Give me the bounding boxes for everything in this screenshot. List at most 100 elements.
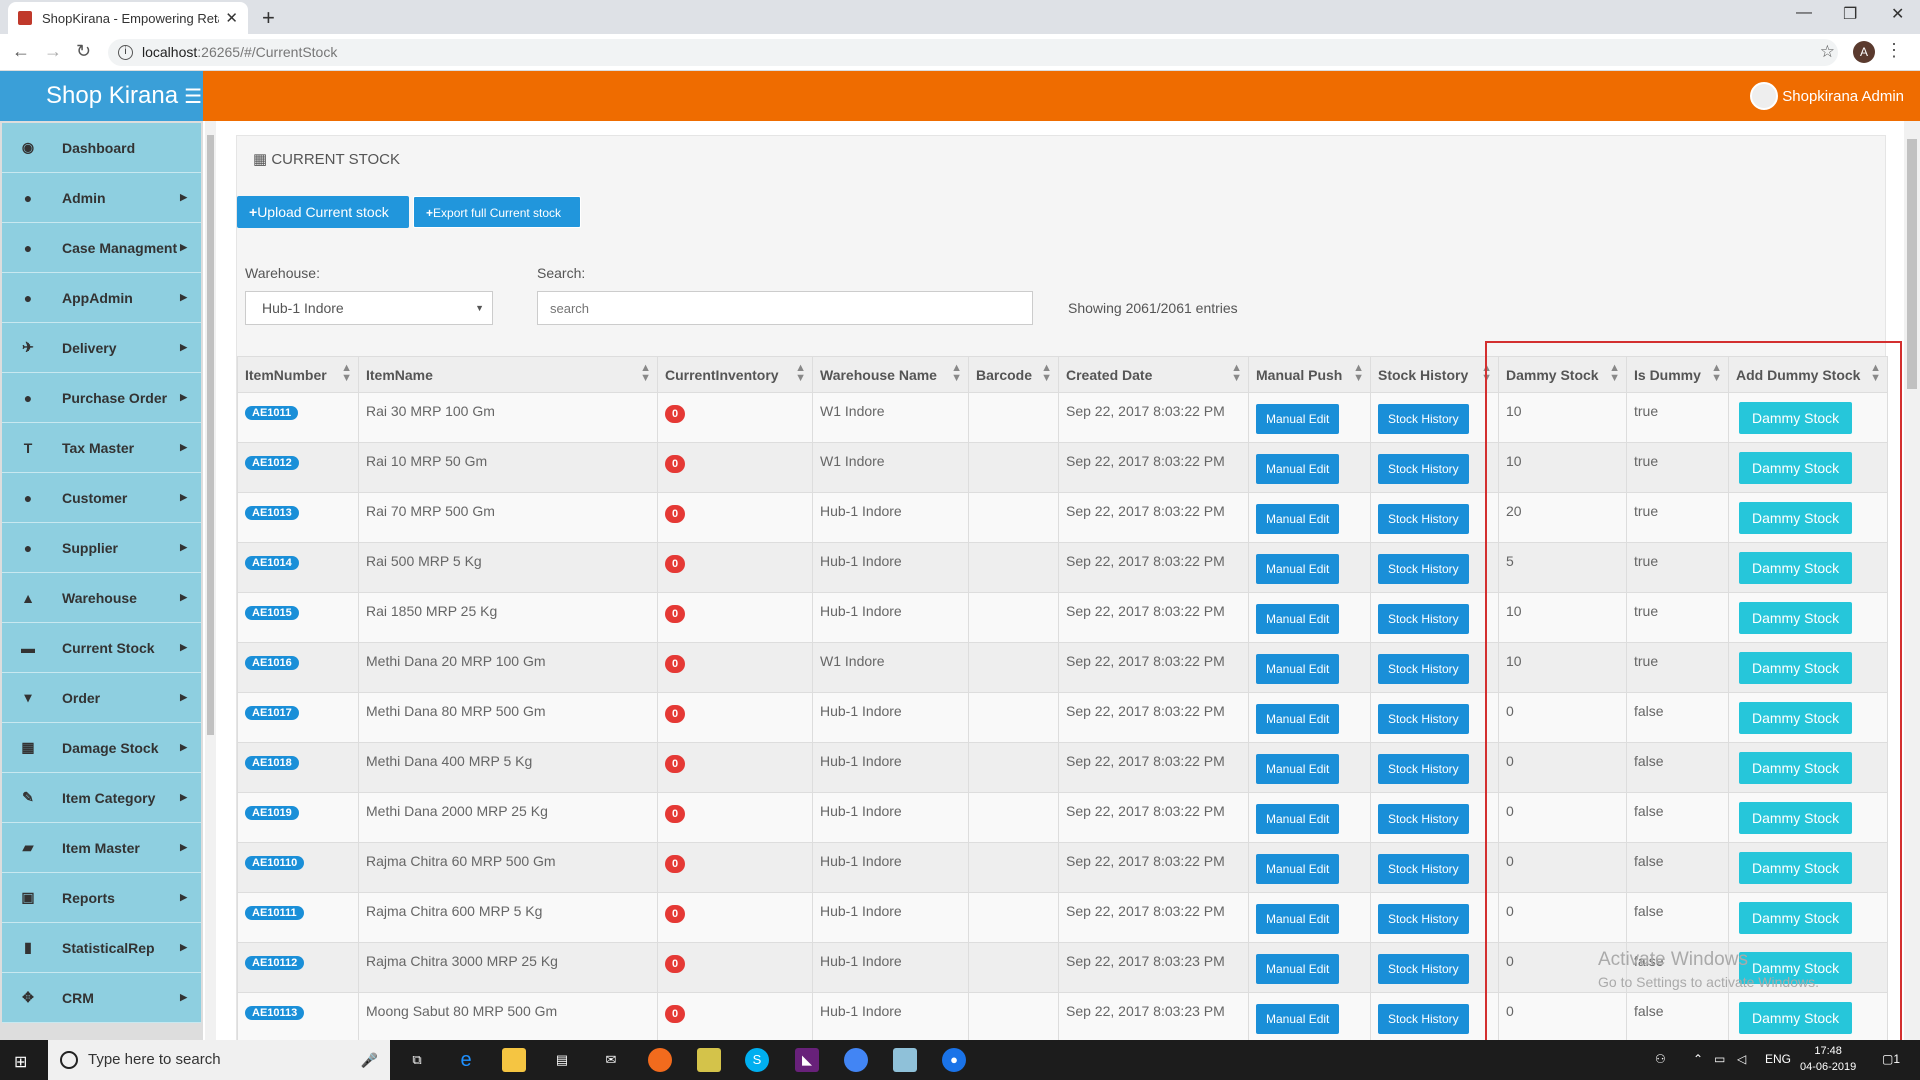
taskbar-clock[interactable]: 17:48 04-06-2019 (1800, 1043, 1856, 1075)
upload-current-stock-button[interactable]: +Upload Current stock (237, 196, 409, 228)
dammy-stock-button[interactable]: Dammy Stock (1739, 702, 1853, 734)
dammy-stock-button[interactable]: Dammy Stock (1739, 552, 1853, 584)
skype-icon[interactable]: S (745, 1048, 769, 1072)
dammy-stock-button[interactable]: Dammy Stock (1739, 902, 1853, 934)
microphone-icon[interactable]: 🎤 (361, 1040, 378, 1080)
sidebar-item-customer[interactable]: ● Customer ▶ (2, 473, 201, 523)
file-explorer-icon[interactable] (502, 1048, 526, 1072)
postman-icon[interactable] (648, 1048, 672, 1072)
notepad-icon[interactable] (893, 1048, 917, 1072)
stock-history-button[interactable]: Stock History (1378, 854, 1469, 884)
manual-edit-button[interactable]: Manual Edit (1256, 854, 1340, 884)
stock-history-button[interactable]: Stock History (1378, 454, 1469, 484)
browser-tab[interactable]: ShopKirana - Empowering Retail ✕ (8, 2, 248, 34)
sidebar-scrollbar[interactable] (205, 121, 216, 1041)
stock-history-button[interactable]: Stock History (1378, 804, 1469, 834)
column-header[interactable]: ItemNumber ▲ ▼ (237, 356, 359, 393)
new-tab-icon[interactable]: + (262, 5, 275, 31)
profile-avatar[interactable]: A (1853, 41, 1875, 63)
reload-icon[interactable]: ↻ (76, 41, 91, 62)
sidebar-item-appadmin[interactable]: ● AppAdmin ▶ (2, 273, 201, 323)
hamburger-menu-icon[interactable]: ☰ (184, 86, 202, 108)
sidebar-item-tax-master[interactable]: T Tax Master ▶ (2, 423, 201, 473)
brand-logo[interactable]: Shop Kirana ☰ (0, 71, 203, 121)
dammy-stock-button[interactable]: Dammy Stock (1739, 852, 1853, 884)
mail-icon[interactable]: ✉ (599, 1048, 623, 1072)
manual-edit-button[interactable]: Manual Edit (1256, 604, 1340, 634)
manual-edit-button[interactable]: Manual Edit (1256, 454, 1340, 484)
column-header[interactable]: Stock History ▲ ▼ (1370, 356, 1499, 393)
sort-icon[interactable]: ▲ ▼ (795, 363, 806, 384)
dammy-stock-button[interactable]: Dammy Stock (1739, 402, 1853, 434)
sort-icon[interactable]: ▲ ▼ (951, 363, 962, 384)
column-header[interactable]: CurrentInventory ▲ ▼ (657, 356, 813, 393)
manual-edit-button[interactable]: Manual Edit (1256, 704, 1340, 734)
chrome-icon[interactable] (844, 1048, 868, 1072)
sidebar-item-supplier[interactable]: ● Supplier ▶ (2, 523, 201, 573)
column-header[interactable]: Dammy Stock ▲ ▼ (1498, 356, 1627, 393)
sort-icon[interactable]: ▲ ▼ (1870, 363, 1881, 384)
close-window-icon[interactable]: ✕ (1891, 4, 1904, 24)
close-tab-icon[interactable]: ✕ (225, 9, 238, 27)
manual-edit-button[interactable]: Manual Edit (1256, 504, 1340, 534)
maps-icon[interactable]: ● (942, 1048, 966, 1072)
column-header[interactable]: Warehouse Name ▲ ▼ (812, 356, 969, 393)
manual-edit-button[interactable]: Manual Edit (1256, 954, 1340, 984)
taskbar-search[interactable]: Type here to search 🎤 (48, 1040, 390, 1080)
column-header[interactable]: Barcode ▲ ▼ (968, 356, 1059, 393)
stock-history-button[interactable]: Stock History (1378, 704, 1469, 734)
chevron-up-icon[interactable]: ⌃ (1693, 1052, 1703, 1066)
search-input[interactable] (537, 291, 1033, 325)
column-header[interactable]: Add Dummy Stock ▲ ▼ (1728, 356, 1888, 393)
sidebar-item-crm[interactable]: ✥ CRM ▶ (2, 973, 201, 1023)
sidebar-item-case-managment[interactable]: ● Case Managment ▶ (2, 223, 201, 273)
sidebar-item-order[interactable]: ▾ Order ▶ (2, 673, 201, 723)
back-icon[interactable]: ← (12, 41, 30, 62)
manual-edit-button[interactable]: Manual Edit (1256, 654, 1340, 684)
dammy-stock-button[interactable]: Dammy Stock (1739, 752, 1853, 784)
sidebar-item-admin[interactable]: ● Admin ▶ (2, 173, 201, 223)
user-menu[interactable]: Shopkirana Admin (1750, 82, 1904, 110)
stock-history-button[interactable]: Stock History (1378, 554, 1469, 584)
sort-icon[interactable]: ▲ ▼ (1231, 363, 1242, 384)
sort-icon[interactable]: ▲ ▼ (640, 363, 651, 384)
sidebar-item-delivery[interactable]: ✈ Delivery ▶ (2, 323, 201, 373)
sort-icon[interactable]: ▲ ▼ (1353, 363, 1364, 384)
url-field[interactable]: i localhost:26265/#/CurrentStock (108, 39, 1838, 66)
column-header[interactable]: Manual Push ▲ ▼ (1248, 356, 1371, 393)
windows-start-icon[interactable]: ⊞ (14, 1052, 27, 1072)
stock-history-button[interactable]: Stock History (1378, 604, 1469, 634)
manual-edit-button[interactable]: Manual Edit (1256, 1004, 1340, 1034)
edge-icon[interactable]: e (454, 1048, 478, 1072)
sort-icon[interactable]: ▲ ▼ (1609, 363, 1620, 384)
sidebar-item-item-master[interactable]: ▰ Item Master ▶ (2, 823, 201, 873)
dammy-stock-button[interactable]: Dammy Stock (1739, 652, 1853, 684)
manual-edit-button[interactable]: Manual Edit (1256, 554, 1340, 584)
language-indicator[interactable]: ENG (1765, 1052, 1791, 1066)
sidebar-item-purchase-order[interactable]: ● Purchase Order ▶ (2, 373, 201, 423)
sort-icon[interactable]: ▲ ▼ (1041, 363, 1052, 384)
stock-history-button[interactable]: Stock History (1378, 1004, 1469, 1034)
stock-history-button[interactable]: Stock History (1378, 904, 1469, 934)
sidebar-item-item-category[interactable]: ✎ Item Category ▶ (2, 773, 201, 823)
sidebar-item-reports[interactable]: ▣ Reports ▶ (2, 873, 201, 923)
column-header[interactable]: Is Dummy ▲ ▼ (1626, 356, 1729, 393)
sidebar-scroll-thumb[interactable] (207, 135, 214, 735)
network-icon[interactable]: ▭ (1714, 1052, 1725, 1066)
notification-icon[interactable]: ▢1 (1882, 1052, 1900, 1066)
browser-menu-icon[interactable]: ⋮ (1885, 40, 1903, 61)
sidebar-item-statisticalrep[interactable]: ▮ StatisticalRep ▶ (2, 923, 201, 973)
dammy-stock-button[interactable]: Dammy Stock (1739, 802, 1853, 834)
dammy-stock-button[interactable]: Dammy Stock (1739, 1002, 1853, 1034)
sort-icon[interactable]: ▲ ▼ (341, 363, 352, 384)
manual-edit-button[interactable]: Manual Edit (1256, 904, 1340, 934)
export-current-stock-button[interactable]: +Export full Current stock (413, 196, 581, 228)
file-manager-icon[interactable] (697, 1048, 721, 1072)
sidebar-item-damage-stock[interactable]: ▦ Damage Stock ▶ (2, 723, 201, 773)
sort-icon[interactable]: ▲ ▼ (1481, 363, 1492, 384)
stock-history-button[interactable]: Stock History (1378, 754, 1469, 784)
people-icon[interactable]: ⚇ (1655, 1052, 1666, 1066)
dammy-stock-button[interactable]: Dammy Stock (1739, 452, 1853, 484)
sidebar-item-dashboard[interactable]: ◉ Dashboard (2, 123, 201, 173)
visual-studio-icon[interactable]: ◣ (795, 1048, 819, 1072)
